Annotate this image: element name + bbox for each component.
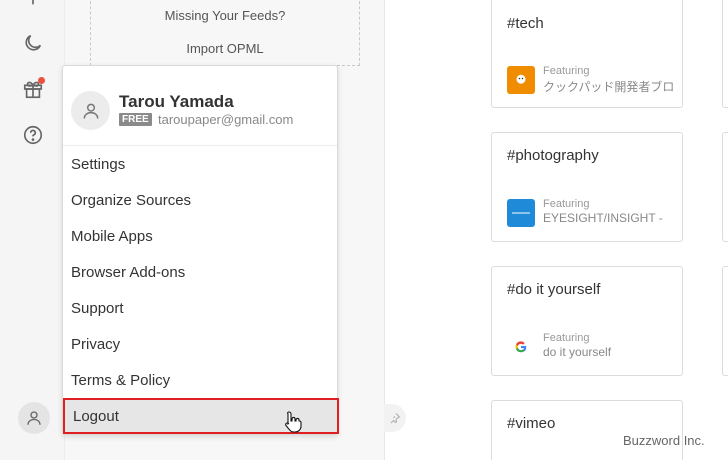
feed-card-photography[interactable]: #photography Featuring EYESIGHT/INSIGHT …	[491, 132, 683, 242]
feed-card-edge	[722, 132, 728, 242]
featuring-label: Featuring	[543, 332, 590, 344]
gift-icon[interactable]	[20, 76, 46, 102]
left-icon-rail	[0, 0, 65, 460]
google-logo	[507, 333, 535, 361]
menu-item-organize-sources[interactable]: Organize Sources	[63, 182, 337, 218]
feed-card-do-it-yourself[interactable]: #do it yourself Featuring do it yourself	[491, 266, 683, 376]
import-opml-link[interactable]: Import OPML	[91, 41, 359, 56]
missing-feeds-link[interactable]: Missing Your Feeds?	[91, 8, 359, 23]
help-icon[interactable]	[20, 122, 46, 148]
feed-card-edge	[722, 266, 728, 376]
card-tag: #do it yourself	[507, 281, 601, 298]
profile-dropdown-menu: Tarou Yamada FREE taroupaper@gmail.com S…	[62, 65, 339, 435]
feed-card-edge	[722, 0, 728, 108]
featuring-name: do it yourself	[543, 345, 612, 359]
feed-card-tech[interactable]: #tech Featuring クックパッド開発者ブロ	[491, 0, 683, 108]
card-tag: #tech	[507, 15, 544, 32]
plus-icon[interactable]	[20, 0, 46, 10]
featuring-name: クックパッド開発者ブロ	[543, 80, 675, 94]
watermark: Buzzword Inc.	[623, 433, 705, 448]
menu-item-terms-policy[interactable]: Terms & Policy	[63, 362, 337, 398]
night-mode-icon[interactable]	[20, 30, 46, 56]
menu-item-privacy[interactable]: Privacy	[63, 326, 337, 362]
plan-badge: FREE	[119, 113, 152, 126]
eyesight-logo	[507, 199, 535, 227]
notification-dot	[38, 77, 45, 84]
pin-icon[interactable]	[384, 404, 406, 432]
user-icon[interactable]	[18, 402, 50, 434]
menu-item-browser-add-ons[interactable]: Browser Add-ons	[63, 254, 337, 290]
cookpad-logo	[507, 66, 535, 94]
featuring-label: Featuring	[543, 198, 590, 210]
import-box: Missing Your Feeds? Import OPML	[90, 0, 360, 66]
menu-item-settings[interactable]: Settings	[63, 146, 337, 182]
user-email: taroupaper@gmail.com	[158, 112, 294, 127]
card-tag: #vimeo	[507, 415, 556, 432]
menu-item-support[interactable]: Support	[63, 290, 337, 326]
card-tag: #photography	[507, 147, 599, 164]
menu-item-mobile-apps[interactable]: Mobile Apps	[63, 218, 337, 254]
feed-card-vimeo[interactable]: #vimeo	[491, 400, 683, 460]
featuring-name: EYESIGHT/INSIGHT -	[543, 211, 663, 225]
featuring-label: Featuring	[543, 65, 590, 77]
hand-cursor-icon	[285, 411, 302, 433]
profile-header: Tarou Yamada FREE taroupaper@gmail.com	[63, 66, 337, 146]
user-name: Tarou Yamada	[119, 92, 234, 111]
avatar	[71, 91, 110, 130]
